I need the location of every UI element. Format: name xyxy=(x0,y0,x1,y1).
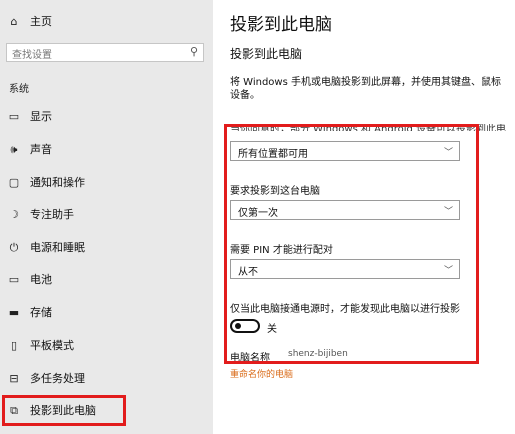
power-icon: ⏻ xyxy=(9,241,19,254)
settings-sidebar: ⌂ 主页 查找设置 ⚲ 系统 ▭ 显示 🕪 声音 ▢ 通知和操作 ☽ 专注助手 … xyxy=(0,0,213,434)
sidebar-item-label: 通知和操作 xyxy=(30,176,85,189)
sidebar-item-sound[interactable]: 🕪 声音 xyxy=(0,138,213,162)
settings-highlight-box xyxy=(224,124,479,364)
sidebar-item-tablet-mode[interactable]: ▯ 平板模式 xyxy=(0,334,213,358)
sidebar-item-label: 专注助手 xyxy=(30,208,74,221)
sidebar-item-storage[interactable]: ▬ 存储 xyxy=(0,301,213,325)
description-text: 将 Windows 手机或电脑投影到此屏幕，并使用其键盘、鼠标 xyxy=(230,77,501,88)
search-icon[interactable]: ⚲ xyxy=(190,45,198,58)
battery-icon: ▭ xyxy=(8,273,20,286)
description-text-continued: 设备。 xyxy=(230,90,260,101)
sidebar-item-display[interactable]: ▭ 显示 xyxy=(0,105,213,129)
sidebar-item-label: 主页 xyxy=(30,15,52,28)
sidebar-item-multitasking[interactable]: ⊟ 多任务处理 xyxy=(0,367,213,391)
page-title: 投影到此电脑 xyxy=(230,15,332,35)
sidebar-item-label: 存储 xyxy=(30,306,52,319)
sidebar-item-label: 声音 xyxy=(30,143,52,156)
tablet-icon: ▯ xyxy=(10,339,18,352)
sidebar-item-label: 多任务处理 xyxy=(30,372,85,385)
rename-pc-link[interactable]: 重命名你的电脑 xyxy=(230,367,293,380)
search-placeholder: 查找设置 xyxy=(12,50,52,61)
storage-icon: ▬ xyxy=(8,306,20,319)
sidebar-item-home[interactable]: ⌂ 主页 xyxy=(0,10,213,34)
section-heading: 系统 xyxy=(9,84,29,95)
sidebar-item-label: 显示 xyxy=(30,110,52,123)
sidebar-item-focus-assist[interactable]: ☽ 专注助手 xyxy=(0,203,213,227)
monitor-icon: ▭ xyxy=(8,110,20,123)
speaker-icon: 🕪 xyxy=(10,143,18,156)
sidebar-highlight-box xyxy=(2,395,126,426)
sidebar-item-label: 电源和睡眠 xyxy=(30,241,85,254)
sidebar-item-battery[interactable]: ▭ 电池 xyxy=(0,268,213,292)
sidebar-item-notifications[interactable]: ▢ 通知和操作 xyxy=(0,171,213,195)
search-input[interactable]: 查找设置 ⚲ xyxy=(6,43,204,62)
notification-icon: ▢ xyxy=(8,176,20,189)
home-icon: ⌂ xyxy=(10,15,18,28)
sidebar-item-label: 电池 xyxy=(30,273,52,286)
sidebar-item-power-sleep[interactable]: ⏻ 电源和睡眠 xyxy=(0,236,213,260)
section-title: 投影到此电脑 xyxy=(230,47,303,61)
sidebar-item-label: 平板模式 xyxy=(30,339,74,352)
moon-icon: ☽ xyxy=(9,208,19,221)
multitask-icon: ⊟ xyxy=(9,372,19,385)
